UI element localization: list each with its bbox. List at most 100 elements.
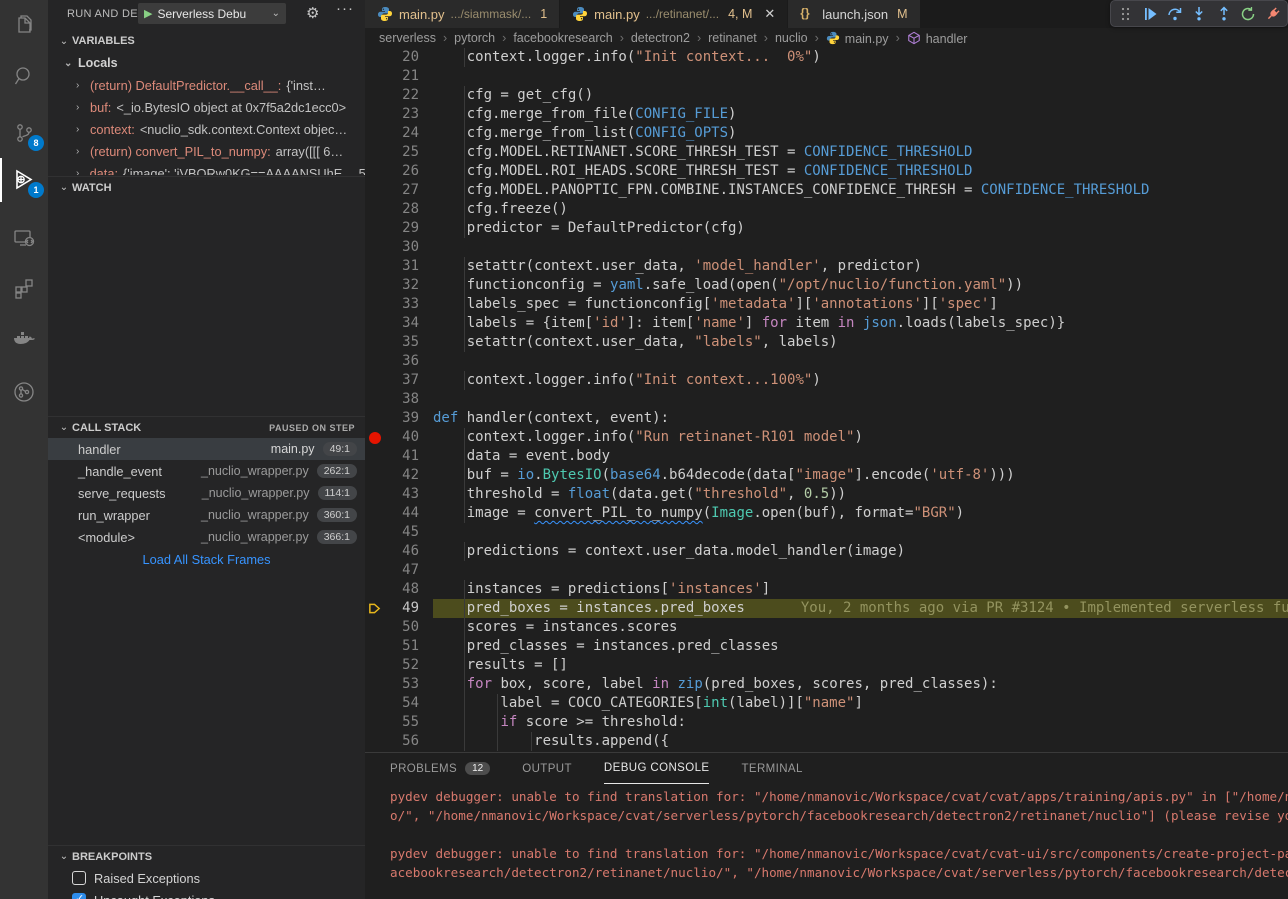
gutter[interactable] (365, 447, 385, 466)
more-actions-icon[interactable]: ··· (336, 0, 354, 17)
gutter[interactable] (365, 599, 385, 618)
code-line[interactable]: 33 labels_spec = functionconfig['metadat… (365, 295, 1288, 314)
gutter[interactable] (365, 428, 385, 447)
code-line[interactable]: 34 labels = {item['id']: item['name'] fo… (365, 314, 1288, 333)
code-line[interactable]: 38 (365, 390, 1288, 409)
explorer-icon[interactable] (0, 6, 48, 46)
checkbox[interactable] (72, 871, 86, 885)
variable-row[interactable]: ›(return) convert_PIL_to_numpy:array([[[… (48, 140, 365, 162)
panel-tab-output[interactable]: OUTPUT (522, 753, 572, 784)
restart-button[interactable] (1238, 4, 1258, 24)
breadcrumb-item[interactable]: retinanet (708, 31, 757, 45)
tab-main.py[interactable]: main.py.../retinanet/...4, M✕ (560, 0, 787, 28)
gutter[interactable] (365, 105, 385, 124)
variable-row[interactable]: ›data:{'image': 'iVBORw0KG==AAAANSUhE… 5… (48, 162, 365, 175)
debug-console-output[interactable]: pydev debugger: unable to find translati… (365, 784, 1288, 882)
code-line[interactable]: 31 setattr(context.user_data, 'model_han… (365, 257, 1288, 276)
code-line[interactable]: 51 pred_classes = instances.pred_classes (365, 637, 1288, 656)
gutter[interactable] (365, 713, 385, 732)
code-line[interactable]: 46 predictions = context.user_data.model… (365, 542, 1288, 561)
code-line[interactable]: 22 cfg = get_cfg() (365, 86, 1288, 105)
continue-button[interactable] (1140, 4, 1160, 24)
gutter[interactable] (365, 181, 385, 200)
gutter[interactable] (365, 295, 385, 314)
code-line[interactable]: 43 threshold = float(data.get("threshold… (365, 485, 1288, 504)
variable-row[interactable]: ›buf:<_io.BytesIO object at 0x7f5a2dc1ec… (48, 96, 365, 118)
gutter[interactable] (365, 86, 385, 105)
code-line[interactable]: 48 instances = predictions['instances'] (365, 580, 1288, 599)
stack-frame-row[interactable]: _handle_event_nuclio_wrapper.py262:1 (48, 460, 365, 482)
gutter[interactable] (365, 219, 385, 238)
gutter[interactable] (365, 542, 385, 561)
gutter[interactable] (365, 675, 385, 694)
breakpoints-header[interactable]: ⌄ BREAKPOINTS (48, 845, 365, 867)
code-line[interactable]: 47 (365, 561, 1288, 580)
locals-group[interactable]: ⌄ Locals (48, 52, 365, 74)
search-icon[interactable] (0, 56, 48, 96)
gutter[interactable] (365, 257, 385, 276)
code-line[interactable]: 54 label = COCO_CATEGORIES[int(label)]["… (365, 694, 1288, 713)
gutter[interactable] (365, 48, 385, 67)
gutter[interactable] (365, 732, 385, 751)
gutter[interactable] (365, 637, 385, 656)
code-line[interactable]: 21 (365, 67, 1288, 86)
load-all-stack-frames-link[interactable]: Load All Stack Frames (48, 552, 365, 567)
stack-frame-row[interactable]: <module>_nuclio_wrapper.py366:1 (48, 526, 365, 548)
gutter[interactable] (365, 694, 385, 713)
step-over-button[interactable] (1165, 4, 1185, 24)
call-stack-header[interactable]: ⌄ CALL STACK PAUSED ON STEP (48, 416, 365, 438)
code-line[interactable]: 27 cfg.MODEL.PANOPTIC_FPN.COMBINE.INSTAN… (365, 181, 1288, 200)
breadcrumb-item[interactable]: pytorch (454, 31, 495, 45)
gutter[interactable] (365, 238, 385, 257)
disconnect-button[interactable] (1263, 4, 1283, 24)
breakpoint-dot[interactable] (369, 432, 381, 444)
gutter[interactable] (365, 523, 385, 542)
gutter[interactable] (365, 580, 385, 599)
breadcrumb-item[interactable]: handler (907, 31, 968, 46)
gutter[interactable] (365, 618, 385, 637)
code-line[interactable]: 30 (365, 238, 1288, 257)
code-line[interactable]: 40 context.logger.info("Run retinanet-R1… (365, 428, 1288, 447)
code-line[interactable]: 28 cfg.freeze() (365, 200, 1288, 219)
code-line[interactable]: 44 image = convert_PIL_to_numpy(Image.op… (365, 504, 1288, 523)
gutter[interactable] (365, 162, 385, 181)
panel-tab-terminal[interactable]: TERMINAL (741, 753, 802, 784)
stack-frame-row[interactable]: serve_requests_nuclio_wrapper.py114:1 (48, 482, 365, 504)
gutter[interactable] (365, 561, 385, 580)
variables-header[interactable]: ⌄ VARIABLES (48, 30, 365, 52)
code-line[interactable]: 32 functionconfig = yaml.safe_load(open(… (365, 276, 1288, 295)
breadcrumb-item[interactable]: nuclio (775, 31, 808, 45)
code-line[interactable]: 20 context.logger.info("Init context... … (365, 48, 1288, 67)
code-line[interactable]: 23 cfg.merge_from_file(CONFIG_FILE) (365, 105, 1288, 124)
start-debug-icon[interactable]: ▶ (144, 7, 152, 20)
breadcrumb-item[interactable]: facebookresearch (513, 31, 612, 45)
gutter[interactable] (365, 466, 385, 485)
gutter[interactable] (365, 200, 385, 219)
breakpoint-row[interactable]: Uncaught Exceptions (48, 889, 365, 899)
code-line[interactable]: 25 cfg.MODEL.RETINANET.SCORE_THRESH_TEST… (365, 143, 1288, 162)
extensions-icon[interactable] (0, 269, 48, 309)
code-line[interactable]: 42 buf = io.BytesIO(base64.b64decode(dat… (365, 466, 1288, 485)
breadcrumb-item[interactable]: main.py (826, 31, 889, 46)
circle-branch-icon[interactable] (0, 372, 48, 412)
panel-tab-debug-console[interactable]: DEBUG CONSOLE (604, 753, 710, 784)
gutter[interactable] (365, 485, 385, 504)
stack-frame-row[interactable]: handlermain.py49:1 (48, 438, 365, 460)
code-line[interactable]: 26 cfg.MODEL.ROI_HEADS.SCORE_THRESH_TEST… (365, 162, 1288, 181)
code-line[interactable]: 29 predictor = DefaultPredictor(cfg) (365, 219, 1288, 238)
gutter[interactable] (365, 390, 385, 409)
panel-tab-problems[interactable]: PROBLEMS12 (390, 753, 490, 784)
gutter[interactable] (365, 314, 385, 333)
variable-row[interactable]: ›(return) DefaultPredictor.__call__:{'in… (48, 74, 365, 96)
code-line[interactable]: 55 if score >= threshold: (365, 713, 1288, 732)
run-and-debug-icon[interactable]: 1 (0, 160, 48, 200)
gutter[interactable] (365, 67, 385, 86)
code-line[interactable]: 41 data = event.body (365, 447, 1288, 466)
gutter[interactable] (365, 656, 385, 675)
code-line[interactable]: 50 scores = instances.scores (365, 618, 1288, 637)
source-control-icon[interactable]: 8 (0, 113, 48, 153)
step-out-button[interactable] (1214, 4, 1234, 24)
gutter[interactable] (365, 143, 385, 162)
tab-launch.json[interactable]: {}launch.jsonM (788, 0, 919, 28)
gutter[interactable] (365, 333, 385, 352)
